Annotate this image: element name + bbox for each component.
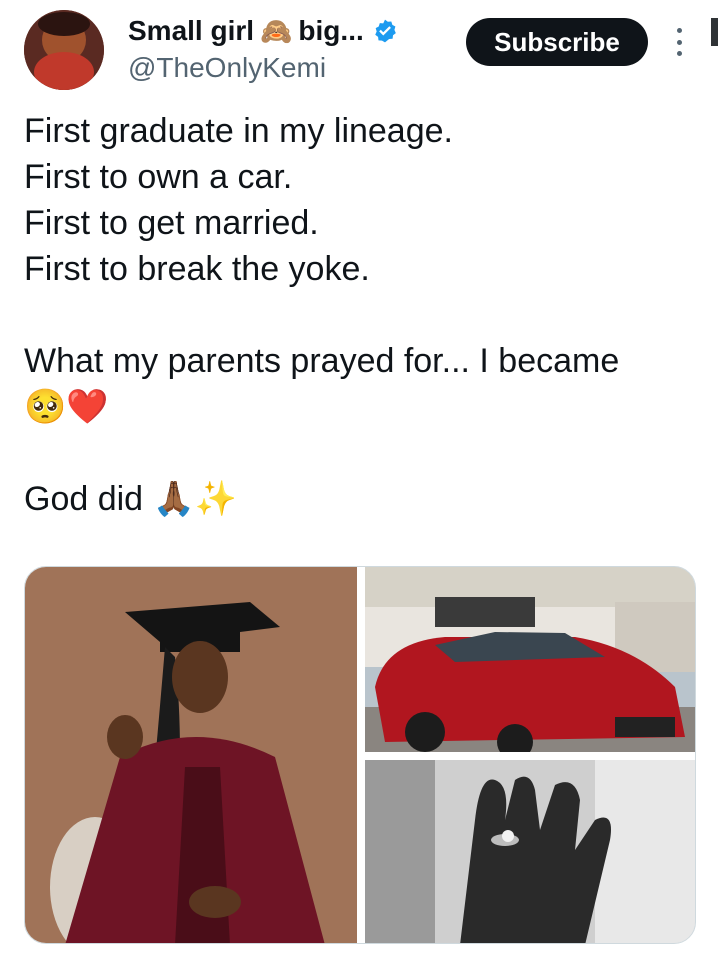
tweet-header: Small girl 🙈 big... @TheOnlyKemi Subscri…	[0, 0, 720, 100]
tweet-text: First graduate in my lineage. First to o…	[24, 108, 704, 522]
tweet-emoji-line: 🥺❤️	[24, 388, 109, 426]
author-name-row[interactable]: Small girl 🙈 big...	[128, 14, 398, 48]
monkey-emoji-icon: 🙈	[260, 16, 293, 46]
tweet-line: First graduate in my lineage.	[24, 112, 453, 150]
tweet-line: God did 🙏🏾✨	[24, 480, 238, 518]
more-vertical-icon[interactable]	[671, 28, 687, 56]
tweet-line: What my parents prayed for... I became	[24, 342, 620, 380]
avatar[interactable]	[24, 10, 104, 90]
tweet-line: First to get married.	[24, 204, 319, 242]
author-name[interactable]: Small girl	[128, 14, 254, 48]
verified-badge-icon	[375, 19, 396, 43]
tweet-line: First to own a car.	[24, 158, 293, 196]
tweet-line: First to break the yoke.	[24, 250, 370, 288]
ring-photo[interactable]	[365, 760, 695, 943]
author-name-suffix[interactable]: big...	[298, 14, 363, 48]
media-grid	[24, 566, 696, 944]
car-photo[interactable]	[365, 567, 695, 752]
graduation-photo[interactable]	[25, 567, 357, 943]
subscribe-button[interactable]: Subscribe	[466, 18, 648, 66]
author-handle[interactable]: @TheOnlyKemi	[128, 52, 326, 84]
scrollbar-edge	[711, 18, 718, 46]
